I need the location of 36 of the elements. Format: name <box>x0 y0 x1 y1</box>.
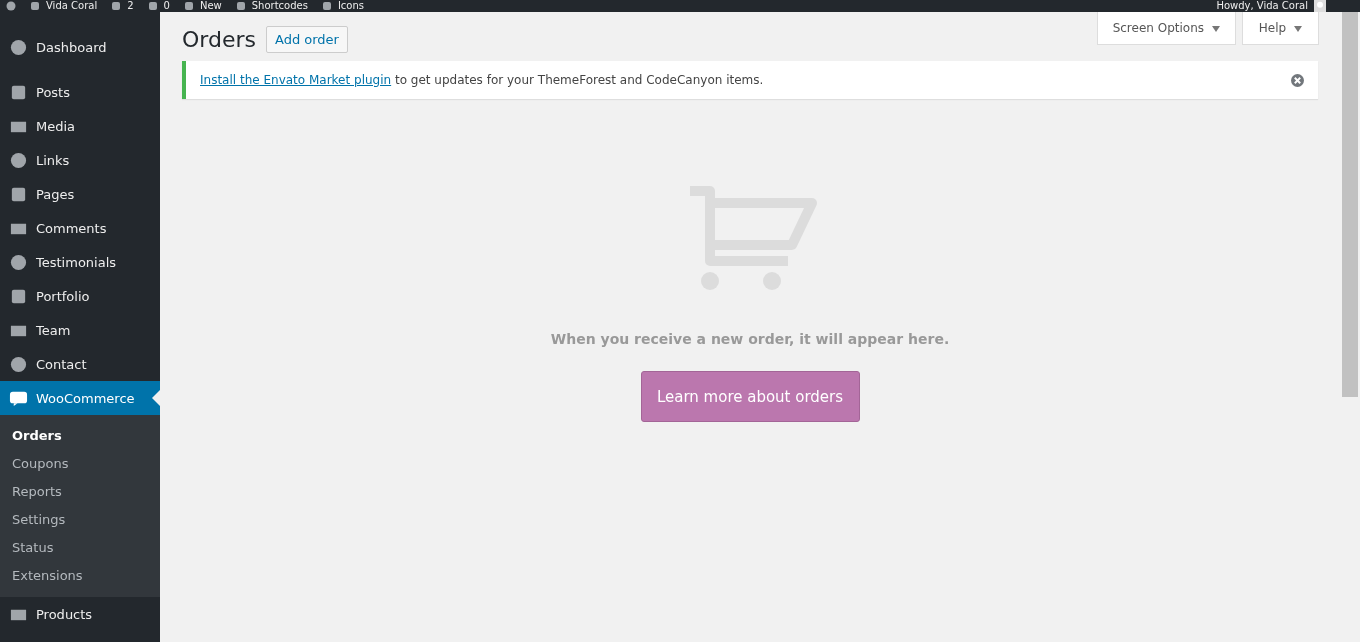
sidebar-item[interactable]: Dashboard <box>0 30 160 64</box>
admin-bar-link[interactable]: Icons <box>337 0 365 12</box>
plugin-link[interactable]: Install the Envato Market plugin <box>200 73 392 87</box>
sidebar-item[interactable]: Posts <box>0 75 160 109</box>
submenu-item[interactable]: Status <box>0 534 160 562</box>
admin-bar-link[interactable]: Vida Coral <box>46 0 98 12</box>
greeting[interactable]: Howdy, Vida Coral <box>1216 0 1308 12</box>
sidebar-item[interactable]: Pages <box>0 177 160 211</box>
sidebar-item[interactable]: Portfolio <box>0 279 160 313</box>
submenu-item[interactable]: Orders <box>0 422 160 450</box>
admin-bar-link[interactable]: 0 <box>163 0 170 12</box>
empty-message: When you receive a new order, it will appear here. <box>550 331 950 347</box>
admin-bar-link[interactable]: Shortcodes <box>251 0 308 12</box>
sidebar-item[interactable]: Team <box>0 313 160 347</box>
sidebar-item[interactable]: Contact <box>0 347 160 381</box>
page-title: Orders <box>182 27 256 52</box>
sidebar-item[interactable]: Links <box>0 143 160 177</box>
submenu-item[interactable]: Extensions <box>0 562 160 590</box>
caret-icon <box>1294 25 1302 32</box>
current-pointer-icon <box>152 390 160 406</box>
caret-icon <box>1211 25 1220 32</box>
help-button[interactable]: Help <box>1241 12 1319 45</box>
sidebar-item[interactable]: WooCommerce <box>0 381 160 415</box>
notice-text: Install the Envato Market plugin to get updates for your ThemeForest and CodeCanyon items. <box>200 73 764 87</box>
sidebar-item[interactable]: Products <box>0 597 160 631</box>
screen-options-button[interactable]: Screen Options <box>1096 12 1236 45</box>
close-icon[interactable] <box>1291 73 1304 87</box>
sidebar-item[interactable]: Media <box>0 109 160 143</box>
submenu-item[interactable]: Settings <box>0 506 160 534</box>
add-order-button[interactable]: Add order <box>266 26 348 53</box>
sidebar-item[interactable]: Comments <box>0 211 160 245</box>
admin-bar-link[interactable]: New <box>199 0 222 12</box>
submenu-item[interactable]: Reports <box>0 478 160 506</box>
admin-bar-link[interactable]: 2 <box>127 0 134 12</box>
submenu-item[interactable]: Coupons <box>0 450 160 478</box>
sidebar-item[interactable]: Testimonials <box>0 245 160 279</box>
